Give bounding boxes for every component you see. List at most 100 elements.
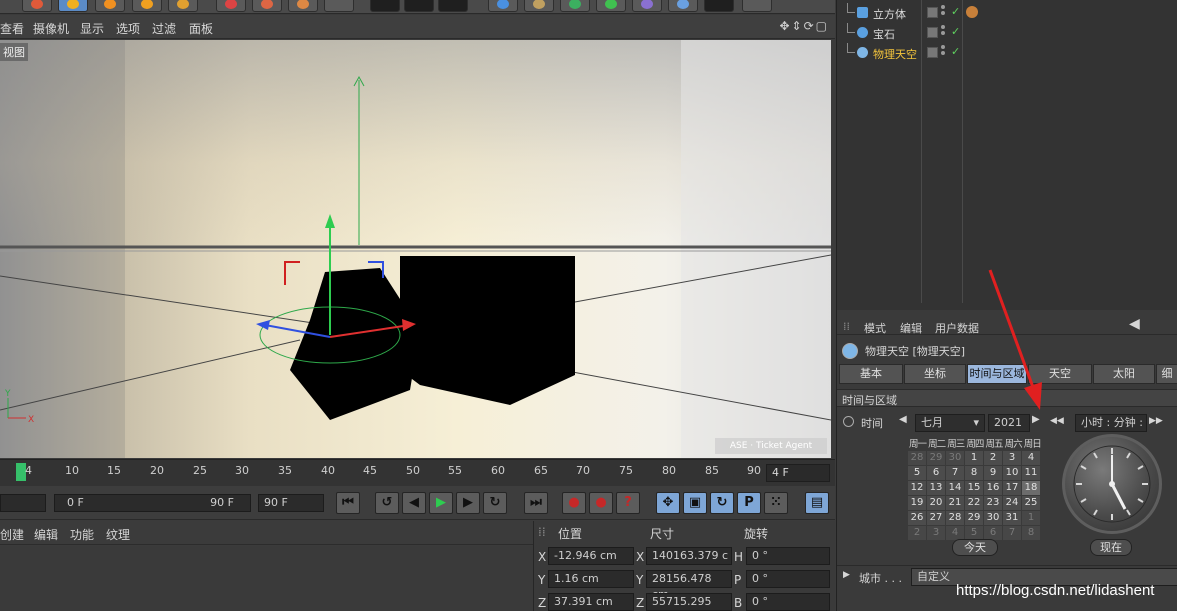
layer-box[interactable]	[927, 7, 938, 18]
menu-options[interactable]: 选项	[116, 20, 140, 37]
today-button[interactable]: 今天	[952, 539, 998, 556]
x-axis-lock-button[interactable]	[216, 0, 246, 12]
material-tag-icon[interactable]	[966, 6, 978, 18]
y-axis-lock-button[interactable]	[252, 0, 282, 12]
visibility-dots[interactable]	[941, 5, 947, 18]
max-frame-field[interactable]: 90 F	[258, 494, 324, 512]
enabled-check-icon[interactable]: ✓	[951, 25, 960, 38]
camera-button[interactable]	[704, 0, 734, 12]
layer-box[interactable]	[927, 27, 938, 38]
menu-camera[interactable]: 摄像机	[33, 20, 69, 37]
key-pla-button[interactable]: ⁙	[764, 492, 788, 514]
preview-range-slider[interactable]: 0 F 90 F	[54, 494, 251, 512]
object-name[interactable]: 物理天空	[873, 46, 917, 62]
back-arrow-icon[interactable]: ◀	[1129, 316, 1140, 332]
cube-primitive-button[interactable]	[488, 0, 518, 12]
go-to-end-button[interactable]: ⏭	[524, 492, 548, 514]
rotation-h-field[interactable]: 0 °	[746, 547, 830, 565]
material-manager-area[interactable]	[0, 546, 533, 611]
record-keys-button[interactable]: ●	[562, 492, 586, 514]
menu-edit[interactable]: 编辑	[900, 320, 922, 336]
spline-button[interactable]	[524, 0, 554, 12]
rotate-tool-button[interactable]	[132, 0, 162, 12]
calendar-day[interactable]: 15	[965, 481, 983, 495]
menu-create[interactable]: 创建	[0, 526, 24, 543]
calendar-day[interactable]: 31	[1003, 511, 1021, 525]
keyframe-selection-button[interactable]: ?	[616, 492, 640, 514]
calendar-day[interactable]: 7	[1003, 526, 1021, 540]
layer-box[interactable]	[927, 47, 938, 58]
calendar-day[interactable]: 25	[1022, 496, 1040, 510]
timeline-window-button[interactable]: ▤	[805, 492, 829, 514]
forward-time-icon[interactable]: ▶▶	[1149, 416, 1163, 426]
tab-coordinates[interactable]: 坐标	[904, 364, 966, 384]
render-settings-button[interactable]	[438, 0, 468, 12]
calendar-day[interactable]: 23	[984, 496, 1002, 510]
calendar-day[interactable]: 27	[927, 511, 945, 525]
calendar-day[interactable]: 4	[1022, 451, 1040, 465]
prev-frame-button[interactable]: ◀	[402, 492, 426, 514]
calendar-day[interactable]: 22	[965, 496, 983, 510]
go-to-start-button[interactable]: ⏮	[336, 492, 360, 514]
calendar-day[interactable]: 12	[908, 481, 926, 495]
enabled-check-icon[interactable]: ✓	[951, 5, 960, 18]
visibility-dots[interactable]	[941, 45, 947, 58]
calendar-day[interactable]: 16	[984, 481, 1002, 495]
calendar-day[interactable]: 2	[908, 526, 926, 540]
coord-system-button[interactable]	[324, 0, 354, 12]
calendar-day[interactable]: 29	[927, 451, 945, 465]
key-scale-button[interactable]: ▣	[683, 492, 707, 514]
current-frame-field[interactable]: 4 F	[766, 464, 830, 482]
next-key-button[interactable]: ↻	[483, 492, 507, 514]
prev-key-button[interactable]: ↺	[375, 492, 399, 514]
axis-tool-button[interactable]	[168, 0, 198, 12]
object-row-gem[interactable]: 宝石 ✓	[837, 23, 1177, 42]
rewind-time-icon[interactable]: ◀◀	[1050, 416, 1064, 426]
calendar-day[interactable]: 3	[927, 526, 945, 540]
tab-sun[interactable]: 太阳	[1093, 364, 1155, 384]
key-position-button[interactable]: ✥	[656, 492, 680, 514]
menu-filter[interactable]: 过滤	[152, 20, 176, 37]
tab-basic[interactable]: 基本	[839, 364, 903, 384]
timeline-ruler[interactable]: 4 10 15 20 25 30 35 40 45 50 55 60 65 70…	[0, 459, 835, 486]
calendar-day[interactable]: 11	[1022, 466, 1040, 480]
menu-display[interactable]: 显示	[80, 20, 104, 37]
calendar-day[interactable]: 28	[908, 451, 926, 465]
calendar-day[interactable]: 1	[965, 451, 983, 465]
calendar-day[interactable]: 3	[1003, 451, 1021, 465]
deformer-button[interactable]	[632, 0, 662, 12]
expand-arrow-icon[interactable]: ▶	[843, 570, 850, 580]
calendar-day[interactable]: 29	[965, 511, 983, 525]
size-y-field[interactable]: 28156.478 cm	[646, 570, 732, 601]
play-button[interactable]: ▶	[429, 492, 453, 514]
size-z-field[interactable]: 55715.295 cm	[646, 593, 732, 611]
calendar-day[interactable]: 6	[984, 526, 1002, 540]
z-axis-lock-button[interactable]	[288, 0, 318, 12]
month-select[interactable]: 七月 ▾	[915, 414, 985, 432]
calendar-day[interactable]: 5	[965, 526, 983, 540]
calendar-day[interactable]: 2	[984, 451, 1002, 465]
nurbs-button[interactable]	[560, 0, 590, 12]
tab-time-location[interactable]: 时间与区域	[967, 364, 1027, 384]
enabled-check-icon[interactable]: ✓	[951, 45, 960, 58]
calendar-day[interactable]: 18	[1022, 481, 1040, 495]
calendar-day[interactable]: 6	[927, 466, 945, 480]
calendar-day[interactable]: 4	[946, 526, 964, 540]
analog-clock[interactable]	[1062, 434, 1162, 534]
visibility-dots[interactable]	[941, 25, 947, 38]
calendar-day[interactable]: 30	[984, 511, 1002, 525]
array-button[interactable]	[596, 0, 626, 12]
calendar-day[interactable]: 30	[946, 451, 964, 465]
menu-panel[interactable]: 面板	[189, 20, 213, 37]
autokey-button[interactable]: ●	[589, 492, 613, 514]
calendar-day[interactable]: 24	[1003, 496, 1021, 510]
3d-viewport[interactable]: 视图 Y X ASE · Ticket Agent	[0, 40, 831, 458]
menu-user-data[interactable]: 用户数据	[935, 320, 979, 336]
tab-sky[interactable]: 天空	[1028, 364, 1092, 384]
calendar-day[interactable]: 7	[946, 466, 964, 480]
object-name[interactable]: 宝石	[873, 26, 895, 42]
rotation-b-field[interactable]: 0 °	[746, 593, 830, 611]
menu-view[interactable]: 查看	[0, 20, 24, 37]
calendar-day[interactable]: 26	[908, 511, 926, 525]
menu-texture[interactable]: 纹理	[106, 526, 130, 543]
